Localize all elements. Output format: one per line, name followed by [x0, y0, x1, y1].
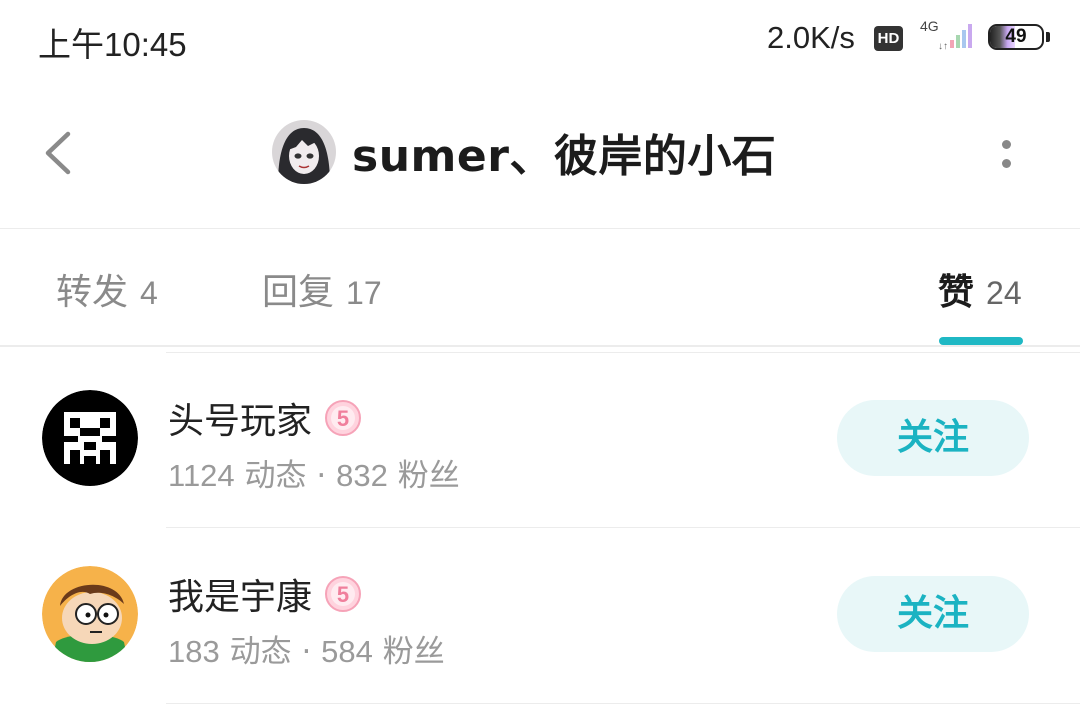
tab-repost[interactable]: 转发 4: [56, 263, 158, 313]
avatar[interactable]: [272, 120, 336, 184]
post-count: 183: [168, 634, 220, 669]
signal-icon: 4G ↓↑: [920, 18, 976, 54]
top-bar: sumer、彼岸的小石: [0, 80, 1080, 229]
follow-button[interactable]: 关注: [837, 576, 1029, 652]
dot-separator: ·: [316, 458, 327, 494]
fan-count: 832: [336, 458, 388, 493]
tab-bar: 转发 4 回复 17 赞 24: [0, 229, 1080, 347]
user-name[interactable]: 我是宇康: [168, 568, 312, 620]
tab-label: 转发: [56, 272, 129, 313]
liker-list: 头号玩家 5 1124 动态 · 832 粉丝 关注 我是宇康 5 183 动态…: [0, 352, 1080, 704]
network-type: 4G: [920, 18, 939, 34]
active-tab-indicator: [939, 337, 1023, 345]
back-button[interactable]: [38, 128, 82, 178]
chevron-left-icon: [45, 131, 71, 175]
level-badge-icon: 5: [325, 400, 362, 436]
tab-count: 24: [986, 275, 1022, 311]
follow-button[interactable]: 关注: [837, 400, 1029, 476]
list-item[interactable]: 头号玩家 5 1124 动态 · 832 粉丝 关注: [0, 352, 1080, 528]
level-number: 5: [337, 582, 349, 607]
fan-count: 584: [321, 634, 373, 669]
user-stats: 183 动态 · 584 粉丝: [168, 626, 445, 671]
clock: 上午10:45: [38, 26, 187, 63]
user-stats: 1124 动态 · 832 粉丝: [168, 450, 460, 495]
tab-label: 赞: [938, 272, 975, 313]
divider: [166, 703, 1080, 704]
fan-label: 粉丝: [397, 458, 460, 494]
title-area[interactable]: sumer、彼岸的小石: [272, 118, 776, 186]
status-bar: 上午10:45 2.0K/s HD 4G ↓↑ 49: [0, 0, 1080, 80]
vertical-dots-icon: [1002, 140, 1011, 149]
tab-reply[interactable]: 回复 17: [262, 263, 382, 313]
tab-count: 17: [346, 275, 382, 311]
tab-likes[interactable]: 赞 24: [938, 263, 1022, 313]
hd-badge: HD: [874, 26, 903, 51]
fan-label: 粉丝: [382, 634, 445, 670]
network-speed: 2.0K/s: [767, 20, 855, 55]
svg-text:↓↑: ↓↑: [938, 41, 948, 50]
page-title: sumer、彼岸的小石: [352, 131, 777, 182]
post-count: 1124: [168, 458, 235, 493]
tab-count: 4: [140, 275, 158, 311]
level-number: 5: [337, 406, 349, 431]
avatar[interactable]: [42, 566, 138, 662]
post-label: 动态: [229, 634, 292, 670]
battery-level: 49: [1005, 26, 1027, 47]
dot-separator: ·: [301, 634, 312, 670]
battery-icon: 49: [984, 24, 1050, 52]
level-badge-icon: 5: [325, 576, 362, 612]
tab-label: 回复: [262, 272, 335, 313]
user-name[interactable]: 头号玩家: [168, 392, 312, 444]
list-item[interactable]: 我是宇康 5 183 动态 · 584 粉丝 关注: [0, 528, 1080, 704]
more-button[interactable]: [994, 132, 1020, 176]
avatar[interactable]: [42, 390, 138, 486]
post-label: 动态: [244, 458, 307, 494]
